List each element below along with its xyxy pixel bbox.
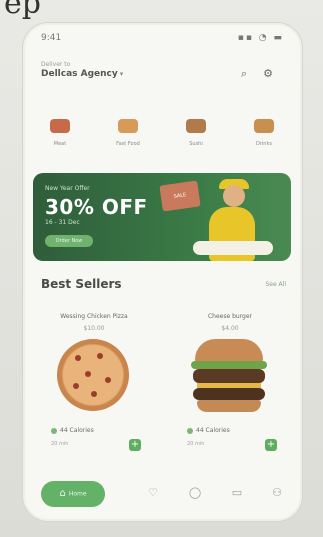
see-all-link[interactable]: See All xyxy=(265,281,286,288)
drinks-icon xyxy=(254,119,274,133)
favorites-icon[interactable]: ♡ xyxy=(145,485,161,501)
calories-text: 44 Calories xyxy=(60,427,94,434)
leaf-icon xyxy=(51,427,57,434)
category-sushi[interactable]: Sushi xyxy=(171,119,221,147)
sale-sign: SALE xyxy=(159,180,201,212)
category-label: Meat xyxy=(53,141,67,147)
cart-icon[interactable]: ▭ xyxy=(229,485,245,501)
orders-icon[interactable]: ◯ xyxy=(187,485,203,501)
nav-home-button[interactable]: ⌂ Home xyxy=(41,481,105,507)
product-card[interactable]: Wessing Chicken Pizza $10.00 44 Calories… xyxy=(33,303,155,463)
add-to-cart-button[interactable]: + xyxy=(265,439,277,451)
settings-icon[interactable]: ⚙ xyxy=(261,67,275,81)
location-value: Dellcas Agency xyxy=(41,69,118,79)
leaf-icon xyxy=(187,427,193,434)
calories-info: 44 Calories xyxy=(51,427,94,434)
location-selector[interactable]: Dellcas Agency ▾ xyxy=(41,69,123,79)
home-icon: ⌂ xyxy=(59,488,66,499)
calories-info: 44 Calories xyxy=(187,427,230,434)
category-label: Sushi xyxy=(189,141,203,147)
product-card[interactable]: Cheese burger $4.00 44 Calories 20 min + xyxy=(169,303,291,463)
category-meat[interactable]: Meat xyxy=(35,119,85,147)
category-label: Drinks xyxy=(256,141,272,147)
category-label: Fast Food xyxy=(116,141,140,147)
location-label: Deliver to xyxy=(41,61,71,68)
category-row: Meat Fast Food Sushi Drinks xyxy=(35,119,290,159)
product-name: Wessing Chicken Pizza xyxy=(60,313,128,320)
status-icons: ▪▪ ◔ ▬ xyxy=(237,33,284,43)
burger-image xyxy=(191,339,267,415)
promo-kicker: New Year Offer xyxy=(45,185,90,192)
category-fast-food[interactable]: Fast Food xyxy=(103,119,153,147)
calories-text: 44 Calories xyxy=(196,427,230,434)
pizza-image xyxy=(57,339,129,411)
promo-dates: 16 - 31 Dec xyxy=(45,219,80,226)
promo-headline: 30% OFF xyxy=(45,195,148,219)
delivery-scooter xyxy=(193,241,273,255)
bottom-nav: ⌂ Home ♡ ◯ ▭ ⚇ xyxy=(33,475,291,513)
phone-screen: 9:41 ▪▪ ◔ ▬ Deliver to Dellcas Agency ▾ ⌕… xyxy=(22,22,303,522)
cropped-handwriting: ep xyxy=(4,0,41,21)
product-price: $10.00 xyxy=(83,325,105,332)
order-now-button[interactable]: Order Now xyxy=(45,235,93,247)
meat-icon xyxy=(50,119,70,133)
best-sellers-title: Best Sellers xyxy=(41,277,122,291)
prep-time: 20 min xyxy=(51,441,69,447)
courier-head xyxy=(223,185,245,207)
status-time: 9:41 xyxy=(41,33,62,43)
profile-icon[interactable]: ⚇ xyxy=(269,485,285,501)
product-price: $4.00 xyxy=(221,325,239,332)
prep-time: 20 min xyxy=(187,441,205,447)
nav-home-label: Home xyxy=(68,490,87,498)
sushi-icon xyxy=(186,119,206,133)
search-icon[interactable]: ⌕ xyxy=(237,67,251,81)
promo-banner[interactable]: New Year Offer 30% OFF 16 - 31 Dec Order… xyxy=(33,173,291,261)
category-drinks[interactable]: Drinks xyxy=(239,119,289,147)
product-name: Cheese burger xyxy=(207,313,253,320)
status-bar: 9:41 ▪▪ ◔ ▬ xyxy=(41,33,284,47)
fast-food-icon xyxy=(118,119,138,133)
add-to-cart-button[interactable]: + xyxy=(129,439,141,451)
chevron-down-icon: ▾ xyxy=(119,70,124,78)
